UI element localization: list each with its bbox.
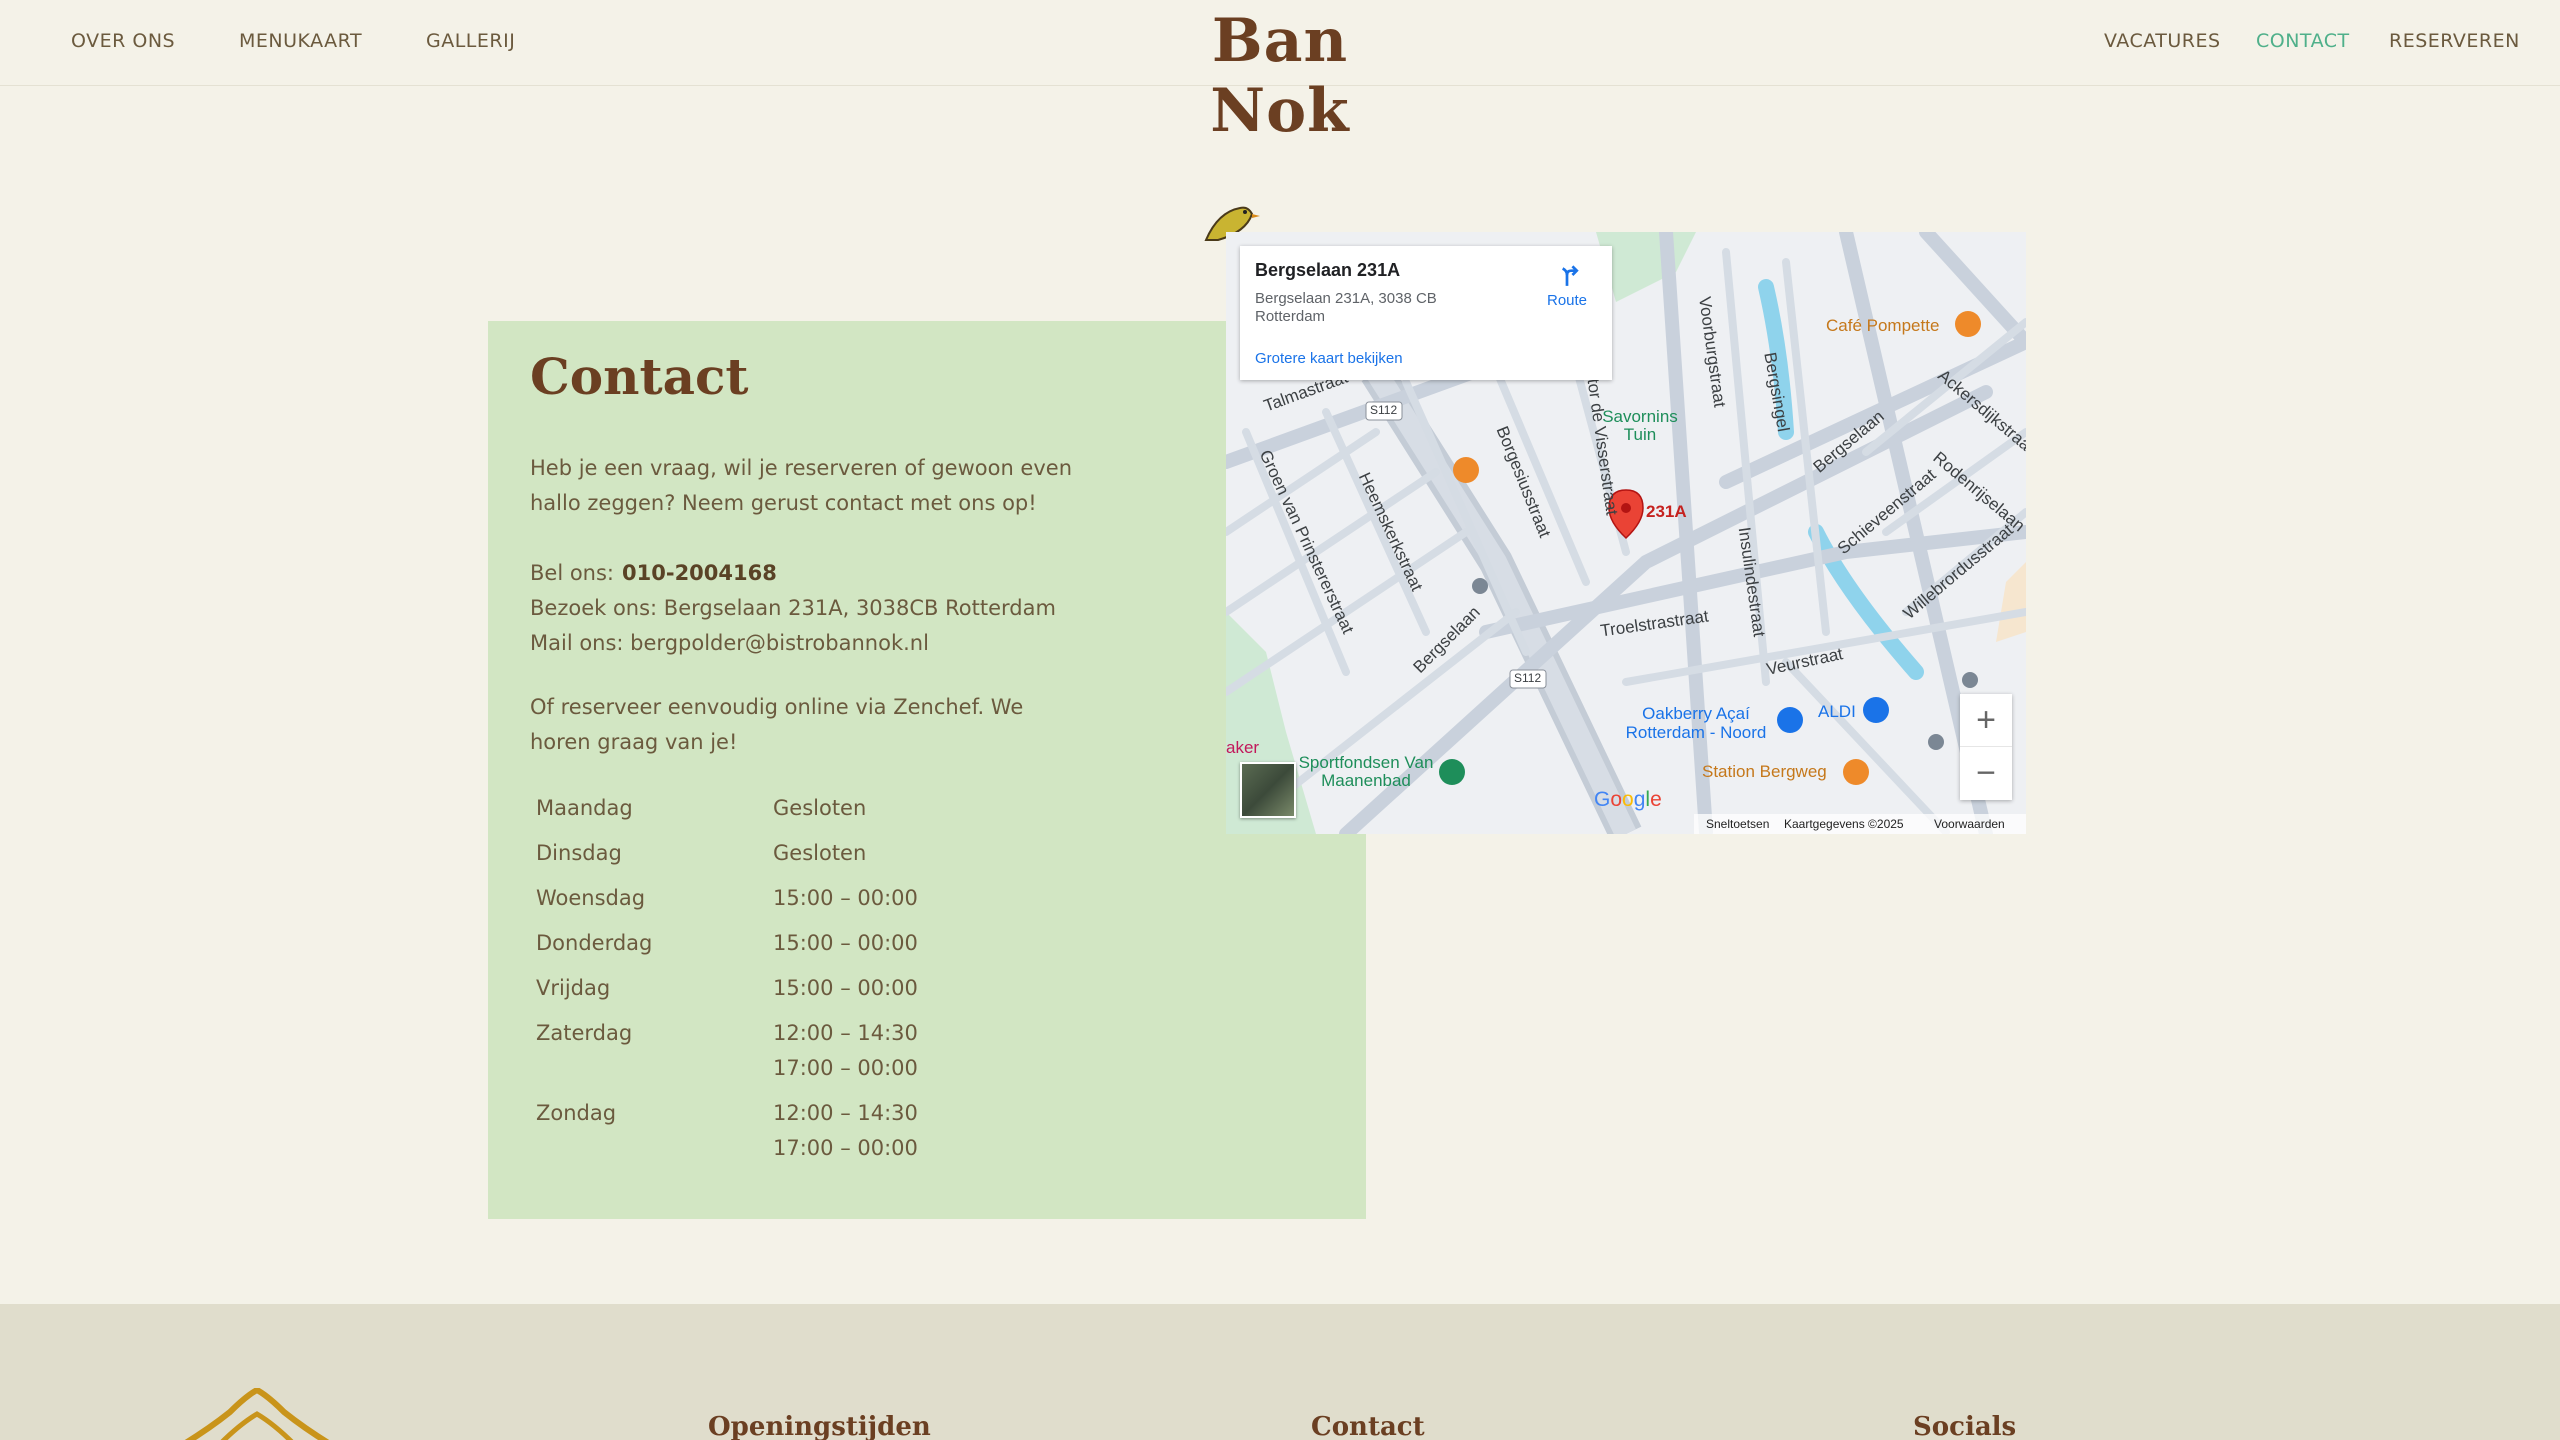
hours-row: Zaterdag 12:00 – 14:30 17:00 – 00:00 <box>530 1016 1050 1096</box>
phone-label: Bel ons: <box>530 561 615 585</box>
map-footer: Sneltoetsen Kaartgegevens ©2025 Voorwaar… <box>1694 814 2026 834</box>
hours-row: Dinsdag Gesloten <box>530 836 1050 881</box>
hours-row: Zondag 12:00 – 14:30 17:00 – 00:00 <box>530 1096 1050 1176</box>
zoom-in-button[interactable]: + <box>1960 694 2012 747</box>
zoom-out-button[interactable]: − <box>1960 747 2012 800</box>
hours-time: Gesloten <box>773 841 867 865</box>
place-title: Bergselaan 231A <box>1255 260 1401 280</box>
hours-time: 15:00 – 00:00 <box>773 976 918 1000</box>
poi-station-bergweg[interactable]: Station Bergweg <box>1702 762 1827 782</box>
footer-heading-socials: Socials <box>1913 1412 2017 1440</box>
nav-gallerij[interactable]: GALLERIJ <box>426 30 515 52</box>
larger-map-link[interactable]: Grotere kaart bekijken <box>1255 350 1403 367</box>
route-button[interactable]: Route <box>1540 262 1594 309</box>
nav-menukaart[interactable]: MENUKAART <box>239 30 362 52</box>
road-badge: S112 <box>1370 403 1398 417</box>
hours-time: 15:00 – 00:00 <box>773 931 918 955</box>
satellite-toggle[interactable] <box>1240 762 1296 818</box>
poi-savornins-tuin[interactable]: Savornins Tuin <box>1590 408 1690 444</box>
footer-heading-contact: Contact <box>1311 1412 1425 1440</box>
terms-link[interactable]: Voorwaarden <box>1934 817 2005 831</box>
map-place-card: Bergselaan 231A Bergselaan 231A, 3038 CB… <box>1240 246 1612 380</box>
directions-icon <box>1562 265 1579 286</box>
site-header: OVER ONS MENUKAART GALLERIJ Ban Nok VACA… <box>0 0 2560 146</box>
phone-line: Bel ons: 010-2004168 <box>530 556 1090 591</box>
hours-time-line: 17:00 – 00:00 <box>773 1136 918 1160</box>
mail-line[interactable]: Mail ons: bergpolder@bistrobannok.nl <box>530 626 1090 661</box>
site-logo[interactable]: Ban Nok <box>1170 6 1390 146</box>
hours-day: Maandag <box>536 796 633 820</box>
nav-reserveren[interactable]: RESERVEREN <box>2389 30 2520 52</box>
nav-vacatures[interactable]: VACATURES <box>2104 30 2221 52</box>
poi-aldi[interactable]: ALDI <box>1818 702 1856 722</box>
visit-line: Bezoek ons: Bergselaan 231A, 3038CB Rott… <box>530 596 1056 620</box>
road-badge: S112 <box>1514 671 1542 685</box>
hours-day: Zaterdag <box>536 1021 633 1045</box>
hours-row: Vrijdag 15:00 – 00:00 <box>530 971 1050 1016</box>
site-footer: Openingstijden Contact Socials <box>0 1304 2560 1440</box>
route-label: Route <box>1546 292 1588 309</box>
nav-contact[interactable]: CONTACT <box>2256 30 2350 52</box>
pin-label: 231A <box>1646 502 1687 521</box>
hours-day: Woensdag <box>536 886 646 910</box>
phone-link[interactable]: 010-2004168 <box>622 561 777 585</box>
hours-time: 12:00 – 14:30 17:00 – 00:00 <box>773 1096 918 1166</box>
hours-day: Zondag <box>536 1101 617 1125</box>
hours-time: 15:00 – 00:00 <box>773 886 918 910</box>
contact-intro: Heb je een vraag, wil je reserveren of g… <box>530 456 1073 515</box>
embedded-map[interactable]: Talmastraat Groen van Prinstererstraat H… <box>1226 232 2026 834</box>
contact-details: Bel ons: 010-2004168 Bezoek ons: Bergsela… <box>530 556 1090 661</box>
footer-heading-hours: Openingstijden <box>708 1412 931 1440</box>
place-address: Bergselaan 231A, 3038 CB Rotterdam <box>1255 290 1437 325</box>
hours-time: 12:00 – 14:30 17:00 – 00:00 <box>773 1016 918 1086</box>
hours-row: Woensdag 15:00 – 00:00 <box>530 881 1050 926</box>
poi-sportfondsen[interactable]: Sportfondsen Van Maanenbad <box>1296 754 1436 790</box>
hours-day: Vrijdag <box>536 976 611 1000</box>
hours-day: Donderdag <box>536 931 653 955</box>
contact-outro: Of reserveer eenvoudig online via Zenche… <box>530 695 1024 754</box>
poi-oakberry[interactable]: Oakberry Açaí Rotterdam - Noord <box>1616 704 1776 742</box>
hours-time-line: 12:00 – 14:30 <box>773 1021 918 1045</box>
nav-over-ons[interactable]: OVER ONS <box>71 30 175 52</box>
keyboard-shortcuts-link[interactable]: Sneltoetsen <box>1706 817 1769 831</box>
hours-time-line: 12:00 – 14:30 <box>773 1101 918 1125</box>
page-title: Contact <box>530 347 749 406</box>
poi-cafe-pompette[interactable]: Café Pompette <box>1826 316 1939 336</box>
zoom-controls: + − <box>1960 694 2012 800</box>
hours-row: Donderdag 15:00 – 00:00 <box>530 926 1050 971</box>
hours-row: Maandag Gesloten <box>530 791 1050 836</box>
hours-day: Dinsdag <box>536 841 622 865</box>
map-data-credit: Kaartgegevens ©2025 <box>1784 817 1904 831</box>
google-logo: Google <box>1594 788 1662 811</box>
footer-logo-icon <box>184 1388 330 1440</box>
hours-time-line: 17:00 – 00:00 <box>773 1056 918 1080</box>
poi-partial-label: aker <box>1226 738 1260 757</box>
hours-time: Gesloten <box>773 796 867 820</box>
